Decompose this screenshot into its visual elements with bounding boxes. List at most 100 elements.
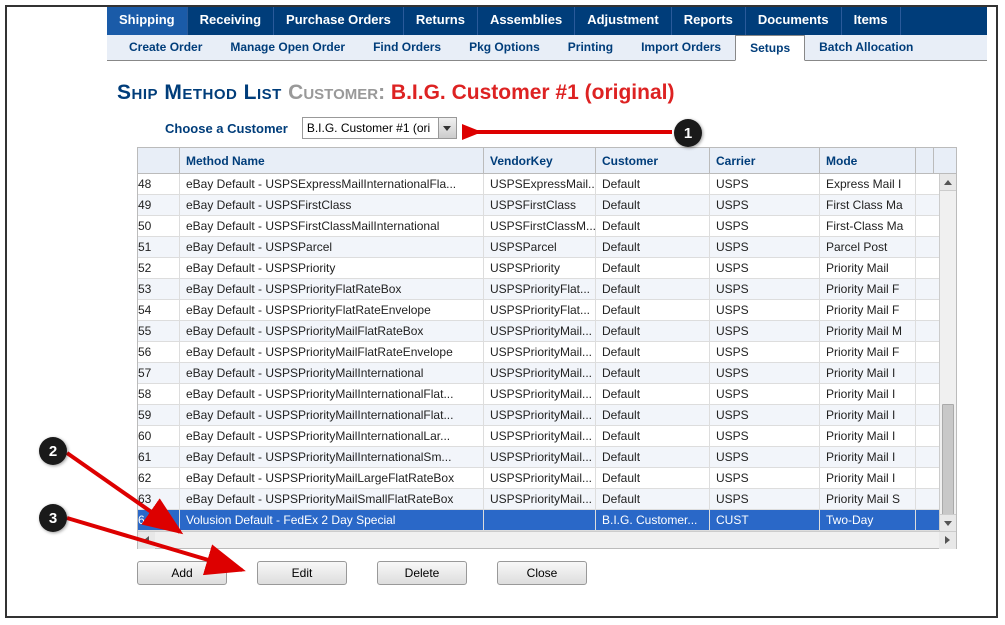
cell-car: USPS (710, 384, 820, 404)
chooser-label: Choose a Customer (165, 121, 288, 136)
cell-name: eBay Default - USPSPriority (180, 258, 484, 278)
main-tab-reports[interactable]: Reports (672, 7, 746, 35)
cell-num: 53 (138, 279, 180, 299)
table-row[interactable]: 61eBay Default - USPSPriorityMailInterna… (138, 447, 956, 468)
col-mode[interactable]: Mode (820, 148, 916, 173)
cell-car: USPS (710, 195, 820, 215)
cell-mode: Priority Mail I (820, 447, 916, 467)
cell-vk: USPSParcel (484, 237, 596, 257)
table-row[interactable]: 56eBay Default - USPSPriorityMailFlatRat… (138, 342, 956, 363)
main-tab-assemblies[interactable]: Assemblies (478, 7, 575, 35)
dropdown-value: B.I.G. Customer #1 (ori (303, 119, 438, 137)
main-tab-documents[interactable]: Documents (746, 7, 842, 35)
cell-mode: Priority Mail I (820, 405, 916, 425)
col-method-name[interactable]: Method Name (180, 148, 484, 173)
table-row[interactable]: 62eBay Default - USPSPriorityMailLargeFl… (138, 468, 956, 489)
cell-name: eBay Default - USPSPriorityMailInternati… (180, 426, 484, 446)
cell-mode: Parcel Post (820, 237, 916, 257)
sub-tab-setups[interactable]: Setups (735, 35, 805, 61)
arrow-3-icon (62, 512, 262, 582)
table-row[interactable]: 48eBay Default - USPSExpressMailInternat… (138, 174, 956, 195)
main-tab-items[interactable]: Items (842, 7, 901, 35)
table-row[interactable]: 49eBay Default - USPSFirstClassUSPSFirst… (138, 195, 956, 216)
cell-name: eBay Default - USPSPriorityFlatRateBox (180, 279, 484, 299)
cell-num: 60 (138, 426, 180, 446)
sub-tab-printing[interactable]: Printing (554, 35, 627, 60)
cell-vk: USPSPriorityMail... (484, 447, 596, 467)
cell-cust: Default (596, 405, 710, 425)
delete-button[interactable]: Delete (377, 561, 467, 585)
table-row[interactable]: 57eBay Default - USPSPriorityMailInterna… (138, 363, 956, 384)
table-row[interactable]: 63eBay Default - USPSPriorityMailSmallFl… (138, 489, 956, 510)
button-bar: Add Edit Delete Close (137, 561, 996, 585)
scroll-thumb[interactable] (942, 404, 954, 524)
cell-num: 54 (138, 300, 180, 320)
cell-mode: Priority Mail I (820, 468, 916, 488)
sub-tab-find-orders[interactable]: Find Orders (359, 35, 455, 60)
table-row[interactable]: 51eBay Default - USPSParcelUSPSParcelDef… (138, 237, 956, 258)
cell-mode: First-Class Ma (820, 216, 916, 236)
cell-name: eBay Default - USPSPriorityMailInternati… (180, 384, 484, 404)
cell-vk: USPSPriorityMail... (484, 363, 596, 383)
cell-mode: Priority Mail I (820, 363, 916, 383)
cell-mode: Two-Day (820, 510, 916, 530)
main-tab-adjustment[interactable]: Adjustment (575, 7, 672, 35)
cell-num: 59 (138, 405, 180, 425)
table-row[interactable]: 58eBay Default - USPSPriorityMailInterna… (138, 384, 956, 405)
table-row[interactable]: 54eBay Default - USPSPriorityFlatRateEnv… (138, 300, 956, 321)
cell-mode: Express Mail I (820, 174, 916, 194)
sub-tab-batch-allocation[interactable]: Batch Allocation (805, 35, 927, 60)
table-row[interactable]: 59eBay Default - USPSPriorityMailInterna… (138, 405, 956, 426)
main-tab-returns[interactable]: Returns (404, 7, 478, 35)
col-vendorkey[interactable]: VendorKey (484, 148, 596, 173)
scroll-up-icon[interactable] (940, 174, 956, 191)
cell-cust: Default (596, 300, 710, 320)
cell-cust: Default (596, 237, 710, 257)
table-row[interactable]: 60eBay Default - USPSPriorityMailInterna… (138, 426, 956, 447)
main-tab-receiving[interactable]: Receiving (188, 7, 274, 35)
col-customer[interactable]: Customer (596, 148, 710, 173)
cell-car: USPS (710, 426, 820, 446)
sub-tab-create-order[interactable]: Create Order (115, 35, 216, 60)
cell-num: 58 (138, 384, 180, 404)
scrollbar-vertical[interactable] (939, 174, 956, 531)
cell-car: USPS (710, 321, 820, 341)
close-button[interactable]: Close (497, 561, 587, 585)
scroll-right-icon[interactable] (939, 532, 956, 549)
main-tab-shipping[interactable]: Shipping (107, 7, 188, 35)
table-row[interactable]: 52eBay Default - USPSPriorityUSPSPriorit… (138, 258, 956, 279)
main-tab-bar: ShippingReceivingPurchase OrdersReturnsA… (107, 7, 987, 35)
cell-vk: USPSPriorityMail... (484, 426, 596, 446)
table-row[interactable]: 55eBay Default - USPSPriorityMailFlatRat… (138, 321, 956, 342)
edit-button[interactable]: Edit (257, 561, 347, 585)
cell-car: USPS (710, 405, 820, 425)
main-tab-purchase-orders[interactable]: Purchase Orders (274, 7, 404, 35)
page-title: Ship Method List Customer: B.I.G. Custom… (117, 81, 996, 105)
cell-name: eBay Default - USPSPriorityMailFlatRateE… (180, 342, 484, 362)
scroll-down-icon[interactable] (940, 514, 956, 531)
cell-name: eBay Default - USPSPriorityMailInternati… (180, 363, 484, 383)
cell-cust: Default (596, 174, 710, 194)
cell-mode: Priority Mail M (820, 321, 916, 341)
cell-num: 51 (138, 237, 180, 257)
cell-cust: Default (596, 195, 710, 215)
cell-name: eBay Default - USPSPriorityMailInternati… (180, 447, 484, 467)
arrow-1-icon (462, 122, 677, 142)
table-row[interactable]: 53eBay Default - USPSPriorityFlatRateBox… (138, 279, 956, 300)
col-carrier[interactable]: Carrier (710, 148, 820, 173)
cell-name: eBay Default - USPSPriorityMailFlatRateB… (180, 321, 484, 341)
sub-tab-import-orders[interactable]: Import Orders (627, 35, 735, 60)
sub-tab-manage-open-order[interactable]: Manage Open Order (216, 35, 359, 60)
cell-car: USPS (710, 216, 820, 236)
sub-tab-pkg-options[interactable]: Pkg Options (455, 35, 554, 60)
cell-cust: Default (596, 384, 710, 404)
cell-mode: Priority Mail F (820, 300, 916, 320)
callout-1: 1 (674, 119, 702, 147)
cell-num: 48 (138, 174, 180, 194)
cell-vk: USPSPriorityMail... (484, 321, 596, 341)
table-row[interactable]: 50eBay Default - USPSFirstClassMailInter… (138, 216, 956, 237)
chevron-down-icon[interactable] (438, 118, 456, 138)
customer-dropdown[interactable]: B.I.G. Customer #1 (ori (302, 117, 457, 139)
cell-vk: USPSFirstClass (484, 195, 596, 215)
cell-cust: Default (596, 216, 710, 236)
